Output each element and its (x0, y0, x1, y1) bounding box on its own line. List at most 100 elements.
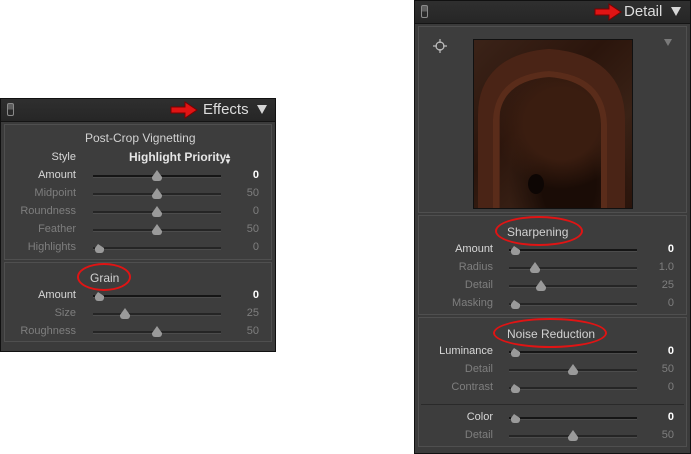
vignette-section: Post-Crop Vignetting Style Highlight Pri… (4, 124, 272, 260)
slider-value[interactable]: 0 (668, 297, 674, 309)
collapse-triangle-icon[interactable] (257, 105, 267, 114)
slider-row-highlights[interactable]: Highlights 0 (5, 239, 271, 257)
slider-track[interactable] (509, 249, 637, 252)
slider-row-radius[interactable]: Radius 1.0 (419, 259, 686, 277)
slider-value[interactable]: 1.0 (659, 261, 674, 273)
slider-row-masking[interactable]: Masking 0 (419, 295, 686, 313)
slider-row-detail[interactable]: Detail 50 (419, 361, 686, 379)
updown-arrows-icon[interactable]: ▲ ▼ (224, 152, 232, 166)
slider-row-size[interactable]: Size 25 (5, 305, 271, 323)
detail-panel: Detail Sharpening Amount 0 Radius 1.0 Detail… (414, 0, 691, 454)
slider-label: Midpoint (34, 187, 76, 199)
slider-value[interactable]: 25 (662, 279, 674, 291)
slider-thumb[interactable] (529, 262, 540, 273)
slider-thumb[interactable] (511, 300, 520, 309)
slider-value[interactable]: 25 (247, 307, 259, 319)
style-label: Style (51, 151, 76, 163)
slider-label: Detail (464, 429, 493, 441)
slider-value[interactable]: 0 (253, 205, 259, 217)
slider-row-feather[interactable]: Feather 50 (5, 221, 271, 239)
crosshair-icon[interactable] (433, 39, 447, 53)
slider-value[interactable]: 0 (253, 289, 259, 301)
effects-panel: Effects Post-Crop Vignetting Style Highl… (0, 98, 276, 352)
slider-track[interactable] (509, 285, 637, 288)
slider-label: Roundness (20, 205, 76, 217)
slider-label: Masking (452, 297, 493, 309)
slider-thumb[interactable] (511, 414, 520, 423)
slider-value[interactable]: 50 (662, 429, 674, 441)
detail-preview-image[interactable] (473, 39, 633, 209)
slider-track[interactable] (509, 387, 637, 390)
panel-switch-icon[interactable] (421, 5, 428, 18)
slider-label: Color (466, 411, 493, 423)
slider-thumb[interactable] (568, 364, 578, 375)
slider-track[interactable] (93, 247, 221, 250)
slider-value[interactable]: 50 (247, 325, 259, 337)
slider-label: Amount (455, 243, 493, 255)
slider-thumb[interactable] (152, 170, 162, 181)
slider-thumb[interactable] (152, 206, 162, 217)
slider-thumb[interactable] (152, 326, 162, 337)
slider-thumb[interactable] (511, 246, 520, 255)
slider-value[interactable]: 0 (668, 243, 674, 255)
slider-row-detail[interactable]: Detail 25 (419, 277, 686, 295)
slider-value[interactable]: 0 (253, 241, 259, 253)
slider-track[interactable] (93, 313, 221, 316)
slider-track[interactable] (93, 295, 221, 298)
effects-title: Effects (203, 101, 249, 118)
preview-section (418, 26, 687, 213)
slider-value[interactable]: 0 (668, 345, 674, 357)
slider-thumb[interactable] (120, 308, 130, 319)
slider-thumb[interactable] (511, 384, 520, 393)
slider-row-midpoint[interactable]: Midpoint 50 (5, 185, 271, 203)
panel-switch-icon[interactable] (7, 103, 14, 116)
slider-label: Amount (38, 169, 76, 181)
slider-row-roundness[interactable]: Roundness 0 (5, 203, 271, 221)
slider-thumb[interactable] (95, 244, 104, 253)
slider-label: Highlights (27, 241, 76, 253)
slider-value[interactable]: 50 (247, 187, 259, 199)
slider-label: Contrast (451, 381, 493, 393)
slider-track[interactable] (509, 417, 637, 420)
slider-row-amount[interactable]: Amount 0 (5, 287, 271, 305)
slider-row-contrast[interactable]: Contrast 0 (419, 379, 686, 397)
style-select[interactable]: Highlight Priority (129, 150, 226, 164)
slider-thumb[interactable] (152, 224, 162, 235)
slider-label: Radius (458, 261, 493, 273)
grain-section: Grain Amount 0 Size 25 Roughness 50 (4, 262, 272, 342)
preview-menu-icon[interactable] (664, 39, 672, 46)
slider-row-detail[interactable]: Detail 50 (419, 427, 686, 445)
slider-row-luminance[interactable]: Luminance 0 (419, 343, 686, 361)
detail-panel-header[interactable]: Detail (415, 1, 690, 24)
slider-thumb[interactable] (95, 292, 104, 301)
slider-label: Detail (464, 363, 493, 375)
slider-thumb[interactable] (536, 280, 546, 291)
vignette-title: Post-Crop Vignetting (85, 131, 196, 145)
slider-value[interactable]: 0 (668, 381, 674, 393)
slider-label: Luminance (439, 345, 493, 357)
sharpening-section: Sharpening Amount 0 Radius 1.0 Detail 25 Maski… (418, 215, 687, 315)
slider-track[interactable] (509, 303, 637, 306)
slider-row-color[interactable]: Color 0 (419, 409, 686, 427)
slider-track[interactable] (509, 267, 637, 270)
effects-panel-header[interactable]: Effects (1, 99, 275, 122)
slider-label: Amount (38, 289, 76, 301)
slider-value[interactable]: 50 (247, 223, 259, 235)
slider-row-roughness[interactable]: Roughness 50 (5, 323, 271, 341)
noise-divider (421, 404, 684, 405)
slider-value[interactable]: 50 (662, 363, 674, 375)
slider-thumb[interactable] (511, 348, 520, 357)
collapse-triangle-icon[interactable] (671, 7, 681, 16)
slider-value[interactable]: 0 (253, 169, 259, 181)
red-arrow-icon (594, 3, 622, 21)
style-row[interactable]: Style Highlight Priority ▲ ▼ (5, 149, 271, 167)
red-arrow-icon (170, 101, 198, 119)
slider-value[interactable]: 0 (668, 411, 674, 423)
slider-thumb[interactable] (152, 188, 162, 199)
slider-row-amount[interactable]: Amount 0 (5, 167, 271, 185)
slider-label: Detail (464, 279, 493, 291)
slider-track[interactable] (509, 351, 637, 354)
arch-shape (478, 48, 625, 208)
slider-thumb[interactable] (568, 430, 578, 441)
slider-row-amount[interactable]: Amount 0 (419, 241, 686, 259)
